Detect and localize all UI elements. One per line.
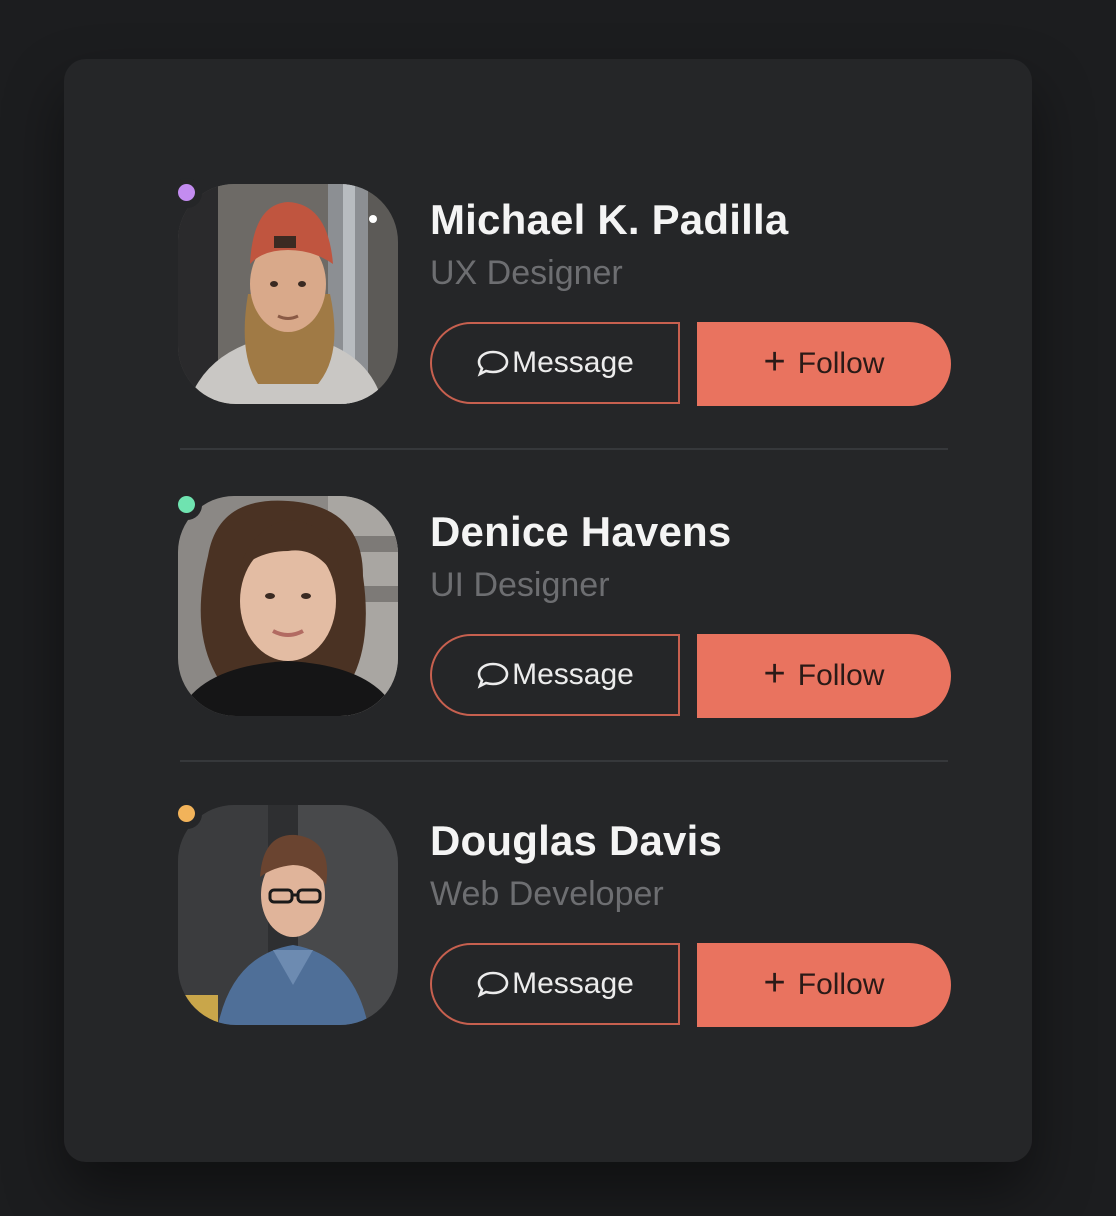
message-button-label: Message [512, 346, 634, 379]
message-button[interactable]: Message [430, 943, 680, 1025]
message-button[interactable]: Message [430, 634, 680, 716]
follow-button-label: Follow [797, 659, 885, 692]
avatar[interactable] [178, 184, 398, 404]
profile-list-card: Michael K. Padilla UX Designer Message +… [64, 59, 1032, 1162]
status-dot [178, 805, 195, 822]
divider [180, 448, 948, 450]
plus-icon: + [763, 341, 786, 383]
profile-name: Douglas Davis [430, 817, 723, 864]
plus-icon: + [763, 653, 786, 695]
chat-bubble-icon [477, 662, 509, 689]
profile-role: UI Designer [430, 566, 610, 604]
profile-row: Michael K. Padilla UX Designer Message +… [172, 178, 953, 408]
plus-icon: + [763, 962, 786, 1004]
profile-role: Web Developer [430, 875, 664, 913]
message-button-label: Message [512, 967, 634, 1000]
status-indicator [172, 178, 202, 208]
profile-row: Douglas Davis Web Developer Message + Fo… [172, 799, 953, 1029]
avatar[interactable] [178, 496, 398, 716]
status-dot [178, 496, 195, 513]
profile-name: Michael K. Padilla [430, 196, 789, 243]
status-indicator [172, 799, 202, 829]
follow-button-label: Follow [797, 968, 885, 1001]
status-dot [178, 184, 195, 201]
follow-button-label: Follow [797, 347, 885, 380]
message-button-label: Message [512, 658, 634, 691]
profile-name: Denice Havens [430, 508, 732, 555]
follow-button[interactable]: + Follow [697, 943, 951, 1027]
status-indicator [172, 490, 202, 520]
message-button[interactable]: Message [430, 322, 680, 404]
follow-button[interactable]: + Follow [697, 634, 951, 718]
chat-bubble-icon [477, 350, 509, 377]
profile-role: UX Designer [430, 254, 623, 292]
follow-button[interactable]: + Follow [697, 322, 951, 406]
divider [180, 760, 948, 762]
profile-row: Denice Havens UI Designer Message + Foll… [172, 490, 953, 720]
avatar[interactable] [178, 805, 398, 1025]
chat-bubble-icon [477, 971, 509, 998]
